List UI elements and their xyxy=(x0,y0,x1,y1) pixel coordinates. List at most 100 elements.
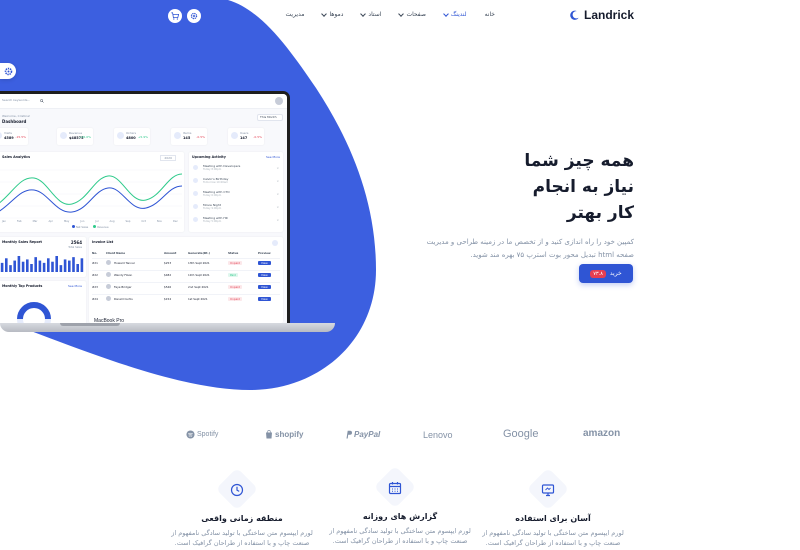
monthly-bar xyxy=(42,262,46,272)
stat-card: Users 147 -0.5% xyxy=(228,128,264,145)
logo-text: Landrick xyxy=(583,8,634,22)
month-tick: Jun xyxy=(80,220,85,223)
invoice-date: 11th Sept 2021 xyxy=(188,273,210,277)
main-nav: خانه لندینگ صفحات استاد دموها مدیریت xyxy=(286,10,495,18)
feature-description: لورم ایپسوم متن ساختگی با تولید سادگی نا… xyxy=(478,528,628,548)
top-products-card: Monthly Top Products See More xyxy=(0,281,86,323)
nav-label: استاد xyxy=(368,11,382,18)
hero-description: کمپین خود را راه اندازی کنید و از تخصص م… xyxy=(426,238,634,259)
cart-button[interactable] xyxy=(168,9,182,23)
stat-label: Orders xyxy=(126,131,137,135)
see-more-link: See More xyxy=(68,284,82,288)
brand-logo[interactable]: Landrick xyxy=(569,8,634,22)
feature-desc-line: صنعت چاپ و با استفاده از طراحان گرافیک ا… xyxy=(332,537,468,545)
sales-analytics-card: Sales Analytics 2020 Jan Feb Mar Apr May Jun J… xyxy=(0,152,184,232)
chevron-down-icon xyxy=(443,10,449,17)
monthly-bar xyxy=(5,258,8,272)
stat-card: Visits 4589 -15.5% xyxy=(0,128,28,145)
stat-value: 147 xyxy=(240,136,248,140)
nav-item-home[interactable]: خانه xyxy=(485,11,495,18)
status-badge: Paid xyxy=(228,273,238,277)
monthly-bar xyxy=(38,260,42,272)
client-name: Howard Tanner xyxy=(114,261,135,265)
sales-line-chart xyxy=(0,169,182,219)
nav-item-admin[interactable]: مدیریت xyxy=(286,11,305,18)
stat-card: Orders 4800 +5.9% xyxy=(114,128,150,145)
nav-item-demos[interactable]: دموها xyxy=(321,10,344,18)
settings-button[interactable] xyxy=(187,9,201,23)
see-more-link: See More xyxy=(266,155,280,159)
activity-time: Today 9:00pm xyxy=(203,207,222,210)
nav-item-landing[interactable]: لندینگ xyxy=(443,10,467,18)
brand-name: Google xyxy=(503,428,539,440)
invoice-header: No. Client Name Amount Generate(Dt.) Sta… xyxy=(92,249,280,257)
client-name: Faye Bridger xyxy=(114,285,132,289)
card-title: Monthly Sales Report xyxy=(2,240,42,244)
column-header: Generate(Dt.) xyxy=(188,251,210,255)
stat-card: Items 145 -0.5% xyxy=(171,128,207,145)
invoice-amount: $253 xyxy=(164,261,172,265)
legend-label: Net Sales xyxy=(76,226,89,229)
monthly-bar xyxy=(72,257,75,272)
top-navbar: Landrick خانه لندینگ صفحات استاد دموها م… xyxy=(0,0,800,34)
activity-time: Today 6:00pm xyxy=(203,194,222,197)
nav-label: صفحات xyxy=(406,11,426,18)
nav-item-pages[interactable]: صفحات xyxy=(398,10,426,18)
feature-description: لورم ایپسوم متن ساختگی با تولید سادگی نا… xyxy=(167,528,317,548)
feature-desc-line: لورم ایپسوم متن ساختگی با تولید سادگی نا… xyxy=(329,527,471,535)
avatar xyxy=(275,97,283,105)
stat-value: 145 xyxy=(183,136,191,140)
brand-spotify: Spotify xyxy=(186,430,218,439)
laptop-model-label: MacBook Pro xyxy=(94,318,125,324)
brand-lenovo: Lenovo xyxy=(423,430,453,440)
avatar xyxy=(106,260,111,265)
hero-title-line: کار بهتر xyxy=(566,203,634,223)
monthly-bar xyxy=(59,265,63,272)
info-icon xyxy=(272,240,278,246)
upcoming-activity-card: Upcoming Activity See More Meeting with … xyxy=(189,152,283,232)
avatar xyxy=(106,296,111,301)
stat-icon xyxy=(60,132,67,139)
laptop-base xyxy=(0,323,335,332)
cart-icon xyxy=(171,12,179,20)
stat-card: Revenue $48575 +15.0% xyxy=(57,128,93,145)
stat-value: 4800 xyxy=(126,136,136,140)
brand-shopify: shopify xyxy=(265,430,303,439)
shopify-bag-icon xyxy=(266,430,272,439)
invoice-amount: $482 xyxy=(164,273,172,277)
brand-name: Lenovo xyxy=(423,430,453,440)
activity-item: Calvin's Birthday Tomorrow 10:00am × xyxy=(193,177,279,187)
month-tick: Apr xyxy=(48,220,53,223)
brand-name: amazon xyxy=(583,428,621,439)
dashboard-filter: This Month xyxy=(257,114,283,121)
table-row: #d3 Faye Bridger $546 2nd Sept 2021 Unpa… xyxy=(92,282,280,290)
activity-icon xyxy=(193,165,198,170)
card-title: Monthly Top Products xyxy=(2,284,43,288)
month-tick: Dec xyxy=(172,220,178,223)
stat-change: +5.9% xyxy=(137,135,148,139)
theme-settings-toggle[interactable] xyxy=(0,63,16,79)
activity-icon xyxy=(193,217,198,222)
client-name: Ronald Curtis xyxy=(114,297,133,301)
close-icon: × xyxy=(276,205,279,209)
hero-title-line: همه چیز شما xyxy=(524,151,634,171)
activity-item: Movie Night Today 9:00pm × xyxy=(193,203,279,213)
month-tick: Mar xyxy=(32,220,38,223)
monthly-sales-card: Monthly Sales Report 2564 Total Sales xyxy=(0,237,86,277)
settings-icon xyxy=(190,12,198,20)
chevron-down-icon xyxy=(398,10,405,17)
monitor-icon xyxy=(541,484,555,497)
monthly-bar xyxy=(0,262,4,272)
monthly-bar xyxy=(34,257,37,272)
stat-label: Items xyxy=(183,131,192,135)
nav-item-master[interactable]: استاد xyxy=(360,10,382,18)
invoice-no: #d4 xyxy=(92,297,98,301)
close-icon: × xyxy=(276,218,279,222)
feature-title: گزارش های روزانه xyxy=(362,512,438,521)
nav-label: دموها xyxy=(329,11,344,18)
column-header: Preview xyxy=(258,251,271,255)
dashboard-title: Dashboard xyxy=(2,119,27,124)
monthly-bar xyxy=(30,264,33,272)
stat-icon xyxy=(174,132,181,139)
buy-button[interactable]: خرید ۷۳.۸ xyxy=(579,264,633,283)
